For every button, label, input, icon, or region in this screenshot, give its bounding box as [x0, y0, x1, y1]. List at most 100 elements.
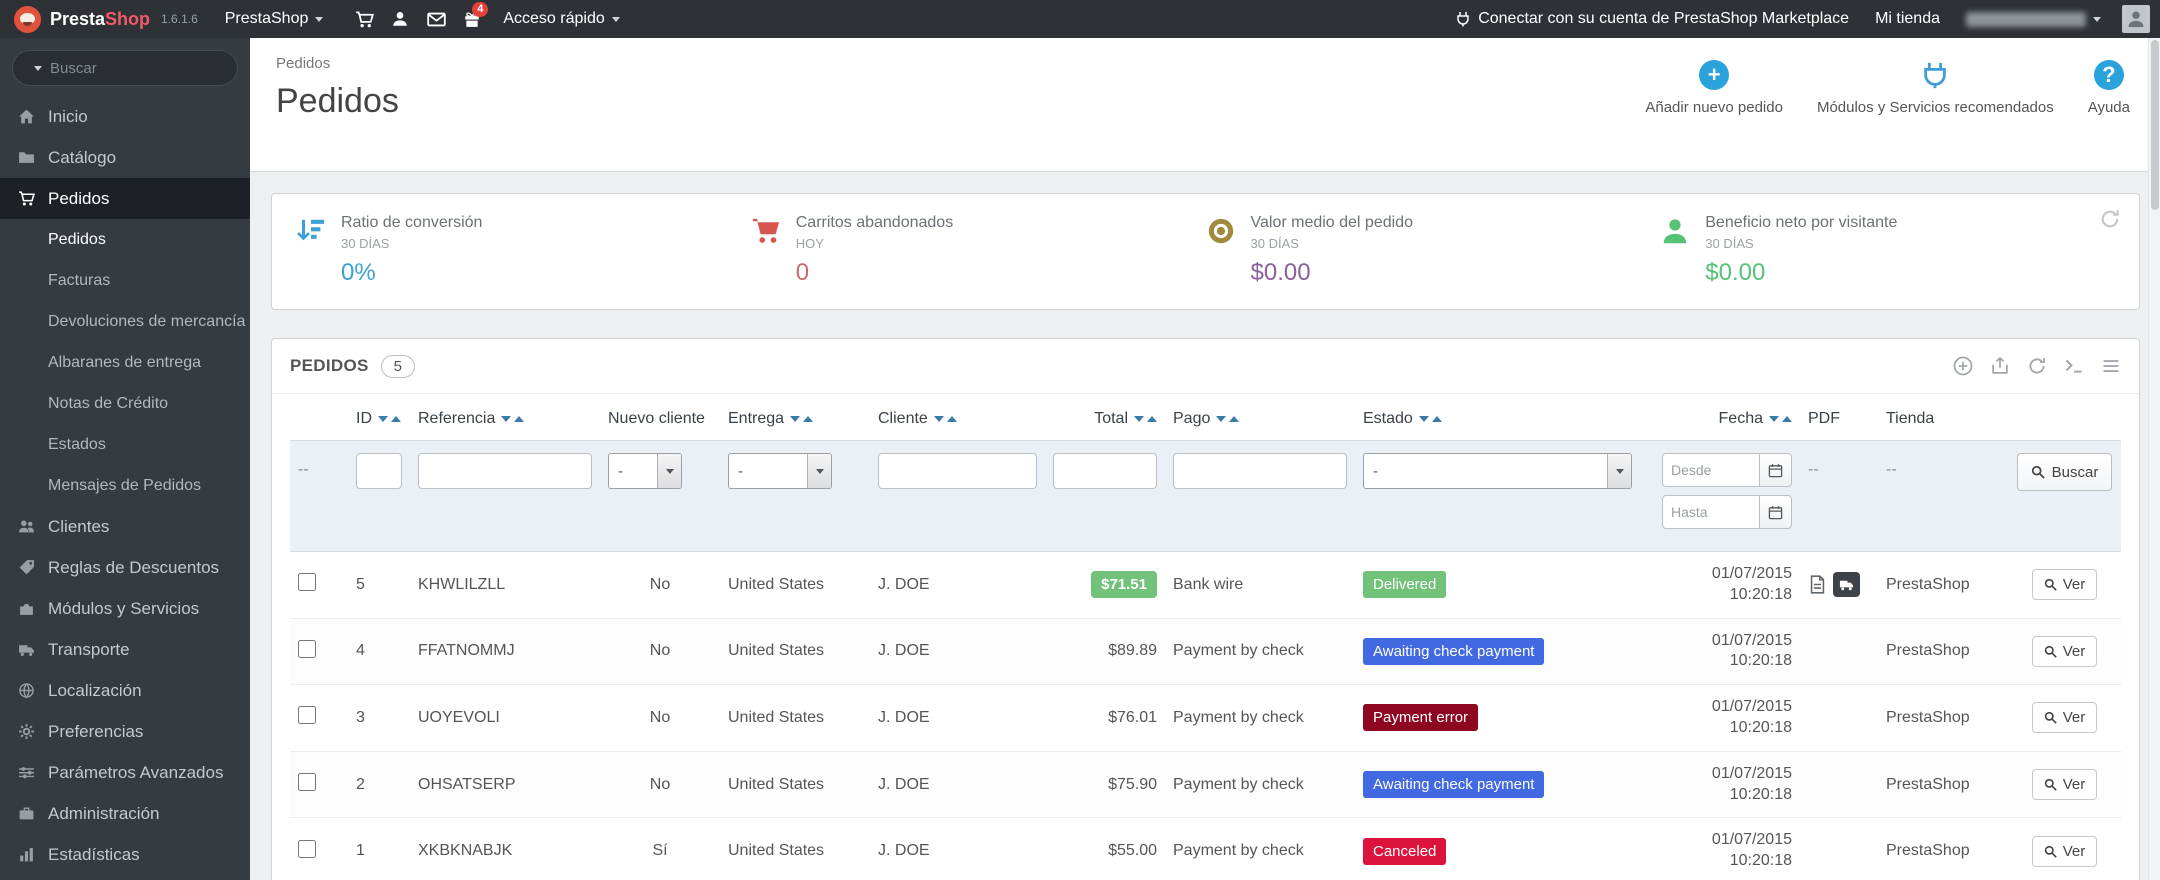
sidebar-item-administracion[interactable]: Administración: [0, 793, 250, 834]
orders-cart-icon-button[interactable]: [346, 0, 382, 38]
col-estado-header[interactable]: Estado: [1355, 398, 1640, 441]
filter-delivery-select[interactable]: -: [728, 453, 832, 489]
order-payment: Payment by check: [1165, 684, 1355, 752]
order-row[interactable]: 3 UOYEVOLI No United States J. DOE $76.0…: [290, 684, 2121, 752]
recommended-modules-button[interactable]: Módulos y Servicios recomendados: [1817, 60, 2054, 116]
order-row[interactable]: 2 OHSATSERP No United States J. DOE $75.…: [290, 751, 2121, 819]
submenu-item-devoluciones[interactable]: Devoluciones de mercancía: [0, 301, 250, 342]
submenu-item-notas-credito[interactable]: Notas de Crédito: [0, 383, 250, 424]
help-button[interactable]: ? Ayuda: [2088, 60, 2130, 116]
order-row[interactable]: 4 FFATNOMMJ No United States J. DOE $89.…: [290, 618, 2121, 686]
my-shop-link[interactable]: Mi tienda: [1862, 0, 1953, 38]
kpi-net-profit-per-visitor: Beneficio neto por visitante 30 DÍAS $0.…: [1660, 214, 2115, 287]
calendar-icon[interactable]: [1760, 495, 1792, 529]
row-checkbox[interactable]: [298, 573, 316, 592]
order-customer: J. DOE: [870, 618, 1045, 686]
invoice-pdf-icon[interactable]: [1808, 575, 1827, 594]
col-referencia-header[interactable]: Referencia: [410, 398, 600, 441]
order-row[interactable]: 1 XKBKNABJK Sí United States J. DOE $55.…: [290, 817, 2121, 880]
panel-refresh-button[interactable]: [2027, 356, 2047, 376]
col-pago-header[interactable]: Pago: [1165, 398, 1355, 441]
panel-list-button[interactable]: [2101, 356, 2121, 376]
employee-menu[interactable]: [1953, 0, 2114, 38]
filter-payment-input[interactable]: [1173, 453, 1347, 489]
sort-icons[interactable]: [1769, 415, 1792, 422]
sort-icons[interactable]: [1418, 415, 1442, 422]
submenu-item-estados[interactable]: Estados: [0, 424, 250, 465]
filter-new-customer-select[interactable]: -: [608, 453, 682, 489]
panel-sql-terminal-button[interactable]: [2064, 356, 2084, 376]
filter-id-input[interactable]: [356, 453, 402, 489]
sidebar-item-localizacion[interactable]: Localización: [0, 670, 250, 711]
sidebar-item-preferencias[interactable]: Preferencias: [0, 711, 250, 752]
submenu-item-albaranes[interactable]: Albaranes de entrega: [0, 342, 250, 383]
sort-icons[interactable]: [378, 415, 401, 422]
sidebar-item-parametros-avanzados[interactable]: Parámetros Avanzados: [0, 752, 250, 793]
add-order-button[interactable]: + Añadir nuevo pedido: [1645, 60, 1783, 116]
order-row[interactable]: 5 KHWLILZLL No United States J. DOE $71.…: [290, 551, 2121, 619]
filter-search-button[interactable]: Buscar: [2016, 453, 2113, 491]
filter-empty: --: [1886, 461, 1897, 478]
row-checkbox[interactable]: [298, 706, 316, 725]
kpi-refresh-icon[interactable]: [2099, 208, 2121, 230]
quick-access-menu[interactable]: Acceso rápido: [490, 0, 632, 38]
messages-icon-button[interactable]: [418, 0, 454, 38]
sidebar-item-pedidos[interactable]: Pedidos: [0, 178, 250, 219]
filter-total-input[interactable]: [1053, 453, 1157, 489]
submenu-item-mensajes[interactable]: Mensajes de Pedidos: [0, 465, 250, 506]
coin-icon: [1206, 216, 1236, 287]
sort-icons[interactable]: [933, 415, 957, 422]
col-entrega-header[interactable]: Entrega: [720, 398, 870, 441]
row-checkbox[interactable]: [298, 773, 316, 792]
customers-icon-button[interactable]: [382, 0, 418, 38]
view-order-button[interactable]: Ver: [2031, 635, 2098, 667]
search-icon: [2044, 579, 2057, 592]
col-total-header[interactable]: Total: [1045, 398, 1165, 441]
avatar[interactable]: [2122, 5, 2150, 33]
sidebar-item-clientes[interactable]: Clientes: [0, 506, 250, 547]
marketplace-link[interactable]: Conectar con su cuenta de PrestaShop Mar…: [1442, 0, 1862, 38]
brand-logo[interactable]: PrestaShop 1.6.1.6: [0, 5, 212, 33]
col-fecha-header[interactable]: Fecha: [1640, 398, 1800, 441]
sort-icons[interactable]: [1134, 415, 1157, 422]
filter-reference-input[interactable]: [418, 453, 592, 489]
order-id: 5: [348, 551, 410, 619]
sidebar-item-catalogo[interactable]: Catálogo: [0, 137, 250, 178]
filter-date-to-input[interactable]: [1662, 495, 1760, 529]
submenu-item-pedidos[interactable]: Pedidos: [0, 219, 250, 260]
sort-icons[interactable]: [1216, 415, 1240, 422]
panel-export-button[interactable]: [1990, 356, 2010, 376]
chevron-down-icon: [657, 454, 681, 488]
sidebar-item-modulos-y-servicios[interactable]: Módulos y Servicios: [0, 588, 250, 629]
submenu-item-facturas[interactable]: Facturas: [0, 260, 250, 301]
view-order-button[interactable]: Ver: [2031, 769, 2098, 801]
sidebar-item-reglas-de-descuentos[interactable]: Reglas de Descuentos: [0, 547, 250, 588]
row-checkbox[interactable]: [298, 639, 316, 658]
col-cliente-header[interactable]: Cliente: [870, 398, 1045, 441]
scrollbar-thumb[interactable]: [2150, 40, 2159, 210]
sidebar-item-transporte[interactable]: Transporte: [0, 629, 250, 670]
order-shop: PrestaShop: [1878, 618, 2008, 686]
sidebar-search-input[interactable]: [50, 59, 249, 77]
filter-date-from-input[interactable]: [1662, 453, 1760, 487]
filter-status-select[interactable]: -: [1363, 453, 1632, 489]
view-order-button[interactable]: Ver: [2031, 702, 2098, 734]
vertical-scrollbar[interactable]: [2148, 38, 2160, 880]
sliders-icon: [16, 764, 36, 781]
panel-add-button[interactable]: [1953, 356, 1973, 376]
order-delivery: United States: [720, 618, 870, 686]
sort-icons[interactable]: [501, 415, 525, 422]
row-checkbox[interactable]: [298, 839, 316, 858]
view-order-button[interactable]: Ver: [2031, 569, 2098, 601]
notifications-gift-icon-button[interactable]: 4: [454, 0, 490, 38]
filter-customer-input[interactable]: [878, 453, 1037, 489]
sidebar-search[interactable]: [12, 50, 249, 86]
view-order-button[interactable]: Ver: [2031, 835, 2098, 867]
shop-selector[interactable]: PrestaShop: [212, 0, 337, 38]
delivery-slip-icon[interactable]: [1833, 572, 1860, 598]
col-id-header[interactable]: ID: [348, 398, 410, 441]
sidebar-item-inicio[interactable]: Inicio: [0, 96, 250, 137]
sort-icons[interactable]: [790, 415, 814, 422]
sidebar-item-estadisticas[interactable]: Estadísticas: [0, 834, 250, 875]
calendar-icon[interactable]: [1760, 453, 1792, 487]
